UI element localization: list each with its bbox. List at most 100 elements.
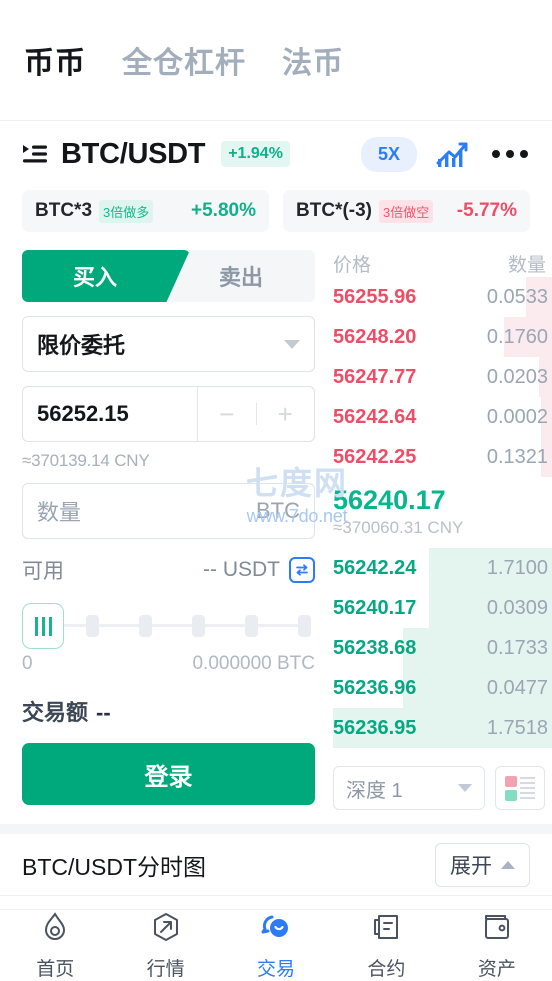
order-form: 卖出 买入 限价委托 56252.15 − + ≈370139.14 CNY 数…: [0, 244, 325, 810]
ask-price: 56242.25: [333, 445, 417, 468]
order-book-bid-row[interactable]: 56236.96 0.0477: [333, 668, 552, 708]
order-book-col-price: 价格: [333, 255, 372, 276]
slider-notch[interactable]: [86, 615, 99, 637]
login-button[interactable]: 登录: [22, 743, 315, 805]
wallet-icon: [481, 911, 513, 948]
last-price: 56240.17: [333, 485, 446, 515]
nav-label-home: 首页: [36, 958, 75, 980]
last-price-cny: ≈370060.31 CNY: [333, 518, 464, 537]
nav-item-markets[interactable]: 行情: [110, 910, 220, 981]
order-type-select[interactable]: 限价委托: [22, 316, 315, 372]
chevron-up-icon: [501, 860, 515, 869]
leverage-token-symbol: BTC*(-3): [296, 200, 372, 221]
slider-notch[interactable]: [245, 615, 258, 637]
ask-price: 56248.20: [333, 325, 417, 348]
stepper-divider: [255, 403, 257, 425]
price-increase-button[interactable]: +: [278, 401, 293, 427]
price-input-group[interactable]: 56252.15 − +: [22, 386, 315, 442]
tab-sell[interactable]: 卖出: [167, 250, 315, 302]
order-book-ask-row[interactable]: 56242.25 0.1321: [333, 437, 552, 477]
order-book-col-amount: 数量: [507, 255, 546, 276]
price-decrease-button[interactable]: −: [219, 401, 234, 427]
ask-price: 56242.64: [333, 405, 417, 428]
pair-list-icon[interactable]: [22, 143, 48, 165]
tab-fiat[interactable]: 法币: [282, 38, 344, 82]
depth-select-value: 深度 1: [346, 779, 403, 802]
section-divider: [0, 824, 552, 834]
slider-notch[interactable]: [192, 615, 205, 637]
orderbook-layout-icon[interactable]: [495, 766, 545, 810]
available-label: 可用: [22, 560, 64, 583]
order-book: 价格 数量 56255.96 0.0533 56248.20 0.1760 56…: [325, 244, 552, 810]
nav-item-contract[interactable]: 合约: [331, 910, 441, 981]
chart-section-header: BTC/USDT分时图 展开: [0, 834, 552, 896]
order-book-bid-row[interactable]: 56242.24 1.7100: [333, 548, 552, 588]
order-book-ask-row[interactable]: 56242.64 0.0002: [333, 397, 552, 437]
contract-doc-icon: [370, 911, 402, 948]
more-dots-icon[interactable]: [492, 150, 532, 158]
ask-price: 56247.77: [333, 365, 417, 388]
available-value: -- USDT: [203, 558, 280, 581]
tab-buy[interactable]: 买入: [22, 250, 190, 302]
price-approx-value: ≈370139.14 CNY: [22, 451, 150, 470]
order-book-bid-row[interactable]: 56236.95 1.7518: [333, 708, 552, 748]
leverage-token-tag: 3倍做空: [379, 199, 434, 223]
expand-label: 展开: [450, 854, 492, 878]
order-type-value: 限价委托: [37, 333, 126, 358]
trend-chart-icon[interactable]: [436, 139, 470, 169]
amount-input-group[interactable]: 数量 BTC: [22, 483, 315, 539]
ask-amount: 0.0203: [486, 365, 548, 388]
last-price-block: 56240.17 ≈370060.31 CNY: [333, 477, 552, 548]
tab-margin[interactable]: 全仓杠杆: [122, 38, 246, 82]
nav-label-assets: 资产: [477, 958, 516, 980]
transfer-icon[interactable]: [289, 557, 315, 583]
flame-icon: [39, 911, 71, 948]
ask-amount: 0.0533: [486, 285, 548, 308]
slider-handle[interactable]: [22, 603, 64, 649]
nav-label-contract: 合约: [367, 958, 406, 980]
amount-input-placeholder[interactable]: 数量: [37, 495, 81, 527]
nav-item-home[interactable]: 首页: [0, 910, 110, 981]
bid-amount: 0.1733: [486, 636, 548, 659]
slider-notch[interactable]: [139, 615, 152, 637]
depth-select[interactable]: 深度 1: [333, 766, 485, 810]
order-book-ask-row[interactable]: 56248.20 0.1760: [333, 317, 552, 357]
amount-slider[interactable]: [22, 599, 315, 651]
layout-lines: [520, 777, 535, 799]
slider-notch[interactable]: [298, 615, 311, 637]
leverage-token-change: +5.80%: [191, 200, 256, 221]
slider-track[interactable]: [38, 624, 309, 627]
price-input[interactable]: 56252.15: [23, 401, 197, 427]
leverage-badge[interactable]: 5X: [360, 136, 417, 172]
leverage-token-row: BTC*3 3倍做多 +5.80% BTC*(-3) 3倍做空 -5.77%: [0, 187, 552, 244]
chevron-down-icon: [284, 339, 300, 349]
leverage-token-long[interactable]: BTC*3 3倍做多 +5.80%: [22, 190, 269, 232]
trade-amount-row: 交易额 --: [22, 695, 325, 727]
nav-label-markets: 行情: [146, 958, 185, 980]
trade-body: 卖出 买入 限价委托 56252.15 − + ≈370139.14 CNY 数…: [0, 244, 552, 810]
order-book-bid-row[interactable]: 56238.68 0.1733: [333, 628, 552, 668]
expand-chart-button[interactable]: 展开: [435, 842, 530, 887]
nav-label-trade: 交易: [257, 958, 296, 980]
amount-unit-label: BTC: [256, 498, 300, 523]
tab-spot[interactable]: 币币: [24, 38, 86, 82]
pair-selector[interactable]: BTC/USDT +1.94%: [22, 138, 361, 171]
price-stepper: − +: [197, 387, 314, 441]
nav-item-trade[interactable]: 交易: [221, 910, 331, 981]
trade-amount-label: 交易额: [22, 700, 89, 725]
available-balance-row: 可用 -- USDT: [22, 555, 315, 585]
nav-item-assets[interactable]: 资产: [442, 910, 552, 981]
bid-price: 56238.68: [333, 636, 417, 659]
trade-swap-icon: [260, 911, 292, 948]
ask-amount: 0.1321: [486, 445, 548, 468]
order-book-bid-row[interactable]: 56240.17 0.0309: [333, 588, 552, 628]
order-book-ask-row[interactable]: 56255.96 0.0533: [333, 277, 552, 317]
chart-title: BTC/USDT分时图: [22, 853, 206, 880]
bid-amount: 1.7518: [486, 716, 548, 739]
leverage-token-change: -5.77%: [456, 200, 517, 221]
chevron-down-icon: [458, 784, 472, 792]
order-book-ask-row[interactable]: 56247.77 0.0203: [333, 357, 552, 397]
leverage-token-short[interactable]: BTC*(-3) 3倍做空 -5.77%: [283, 190, 530, 232]
market-arrow-icon: [150, 911, 182, 948]
ask-price: 56255.96: [333, 285, 417, 308]
